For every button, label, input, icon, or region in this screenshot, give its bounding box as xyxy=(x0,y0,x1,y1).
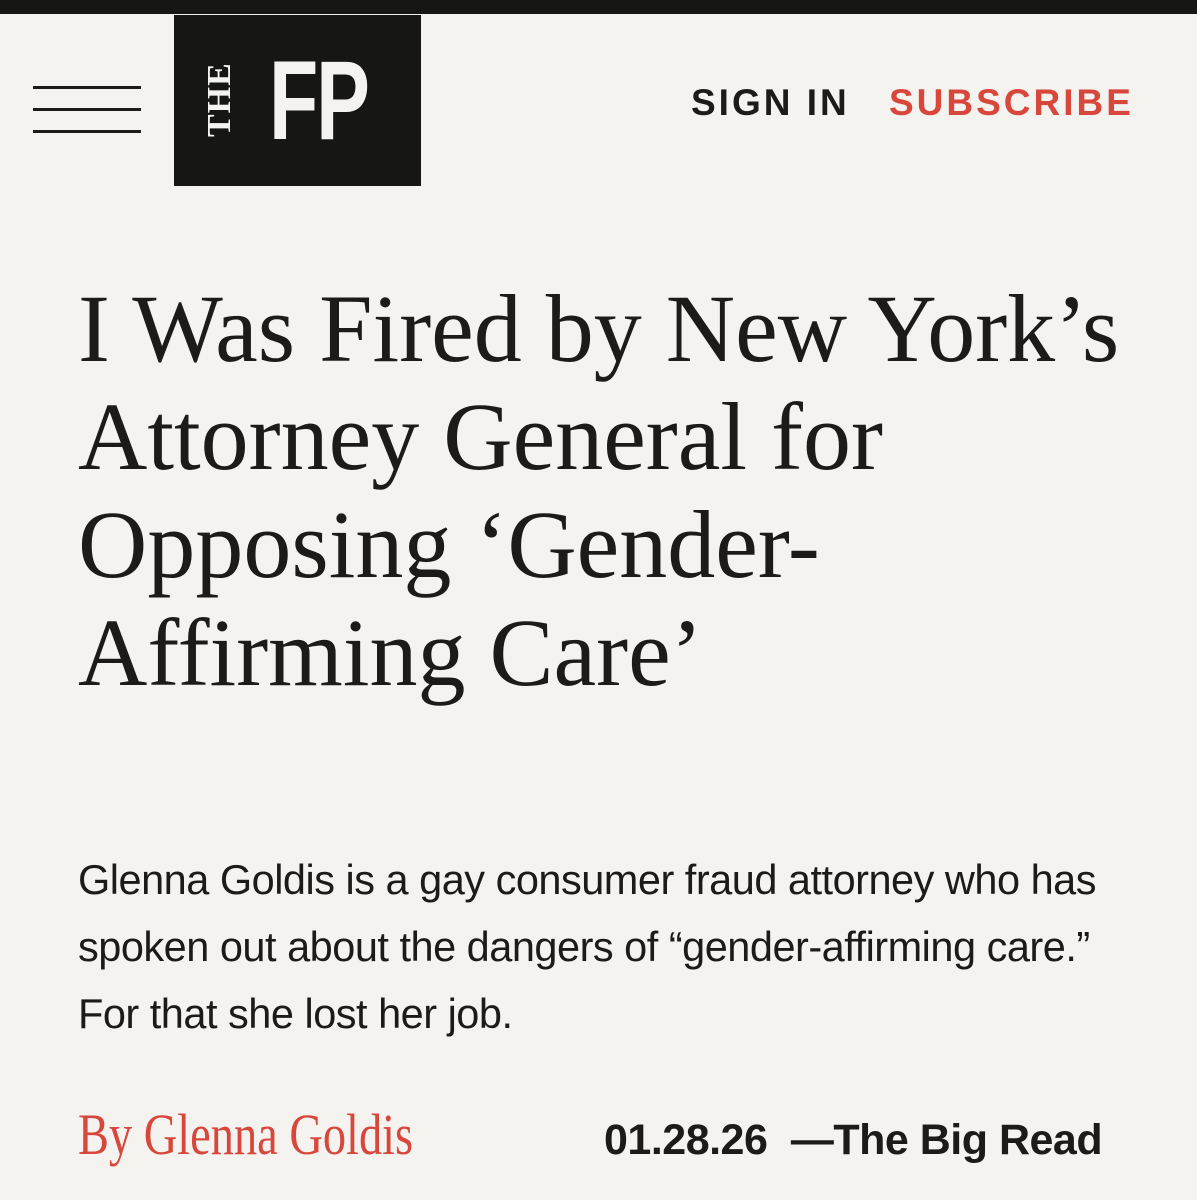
publish-date: 01.28.26 xyxy=(604,1116,768,1164)
menu-line xyxy=(33,86,141,89)
sign-in-link[interactable]: SIGN IN xyxy=(691,84,850,121)
logo-fp-text: FP xyxy=(269,38,370,163)
meta-separator: — xyxy=(790,1116,834,1164)
article-dek: Glenna Goldis is a gay consumer fraud at… xyxy=(78,856,1096,1037)
menu-line xyxy=(33,130,141,133)
article-meta: 01.28.26 —The Big Read xyxy=(604,1116,1103,1164)
subscribe-link[interactable]: SUBSCRIBE xyxy=(889,84,1134,121)
logo-the-text: THE xyxy=(201,62,238,137)
hamburger-menu-icon[interactable] xyxy=(33,86,141,136)
the-fp-logo[interactable]: THE FP xyxy=(174,15,421,186)
article-headline: I Was Fired by New York’s Attorney Gener… xyxy=(78,275,1120,706)
top-bar xyxy=(0,0,1197,14)
menu-line xyxy=(33,108,141,111)
section-link[interactable]: The Big Read xyxy=(833,1116,1102,1164)
author-byline[interactable]: By Glenna Goldis xyxy=(78,1106,413,1164)
